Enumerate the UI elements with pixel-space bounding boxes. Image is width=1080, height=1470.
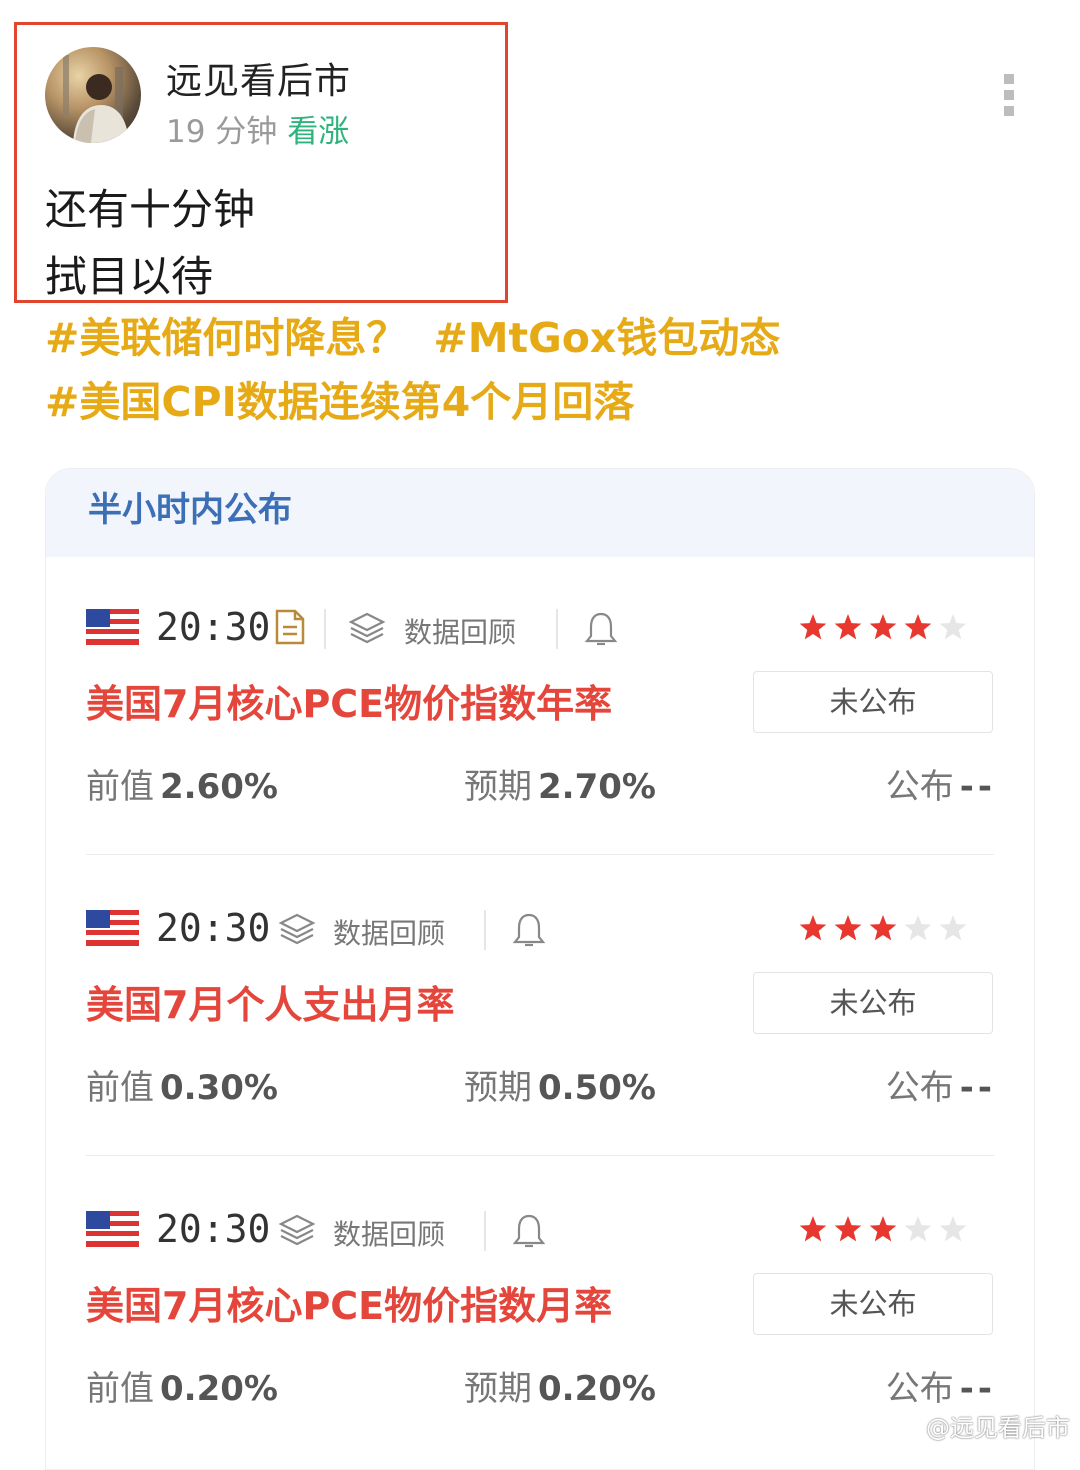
author-name[interactable]: 远见看后市 xyxy=(166,52,351,104)
hashtag-link[interactable]: #美国CPI数据连续第4个月回落 xyxy=(45,378,634,426)
actual-label: 公布 xyxy=(885,767,954,807)
star-filled-icon xyxy=(834,915,862,941)
us-flag-icon xyxy=(86,1211,139,1247)
post-time: 19 分钟 xyxy=(166,114,278,150)
bell-icon[interactable] xyxy=(584,609,618,649)
event-title[interactable]: 美国7月个人支出月率 xyxy=(86,974,454,1029)
separator xyxy=(556,609,558,649)
previous-value: 0.30% xyxy=(160,1068,278,1108)
separator xyxy=(484,1211,486,1251)
event-time: 20:30 xyxy=(156,906,271,950)
star-empty-icon xyxy=(939,1216,967,1242)
layers-icon xyxy=(348,612,386,644)
post-meta: 19 分钟 看涨 xyxy=(166,106,349,151)
layers-icon xyxy=(278,1214,316,1246)
data-review-link[interactable]: 数据回顾 xyxy=(404,611,516,651)
calendar-card: 半小时内公布 20:30 数据回顾 美国7月核心PCE物价指数年率 未公布 前值… xyxy=(45,468,1035,1470)
more-options-icon[interactable] xyxy=(998,74,1020,118)
actual-value: -- xyxy=(959,1369,996,1409)
star-filled-icon xyxy=(904,614,932,640)
avatar[interactable] xyxy=(45,47,141,143)
star-filled-icon xyxy=(799,915,827,941)
importance-stars xyxy=(799,614,967,640)
expected-value: 0.20% xyxy=(538,1369,656,1409)
calendar-event[interactable]: 20:30 数据回顾 美国7月个人支出月率 未公布 前值 0.30% 预期 0.50… xyxy=(86,870,996,1170)
us-flag-icon xyxy=(86,609,139,645)
bell-icon[interactable] xyxy=(512,910,546,950)
post-text-line: 还有十分钟 xyxy=(45,185,256,234)
previous-label: 前值 xyxy=(86,1068,154,1108)
star-filled-icon xyxy=(834,614,862,640)
data-review-link[interactable]: 数据回顾 xyxy=(333,912,445,952)
divider xyxy=(86,1155,994,1156)
post-text-line: 拭目以待 xyxy=(45,252,214,301)
star-filled-icon xyxy=(869,915,897,941)
document-icon[interactable] xyxy=(274,609,306,645)
star-filled-icon xyxy=(869,1216,897,1242)
event-time: 20:30 xyxy=(156,1207,271,1251)
divider xyxy=(86,854,994,855)
actual-value: -- xyxy=(959,767,996,807)
us-flag-icon xyxy=(86,910,139,946)
importance-stars xyxy=(799,915,967,941)
star-filled-icon xyxy=(869,614,897,640)
bell-icon[interactable] xyxy=(512,1211,546,1251)
actual-label: 公布 xyxy=(885,1068,954,1108)
star-filled-icon xyxy=(799,1216,827,1242)
expected-value: 0.50% xyxy=(538,1068,656,1108)
star-filled-icon xyxy=(834,1216,862,1242)
actual-value: -- xyxy=(959,1068,996,1108)
star-empty-icon xyxy=(939,915,967,941)
previous-label: 前值 xyxy=(86,1369,154,1409)
star-empty-icon xyxy=(904,915,932,941)
calendar-event[interactable]: 20:30 数据回顾 美国7月核心PCE物价指数月率 未公布 前值 0.20% 预… xyxy=(86,1171,996,1469)
event-title[interactable]: 美国7月核心PCE物价指数月率 xyxy=(86,1275,612,1330)
previous-value: 0.20% xyxy=(160,1369,278,1409)
watermark: @远见看后市 xyxy=(926,1414,1070,1442)
expected-label: 预期 xyxy=(464,1369,532,1409)
calendar-event[interactable]: 20:30 数据回顾 美国7月核心PCE物价指数年率 未公布 前值 2.60% 预… xyxy=(86,569,996,869)
hashtag-link[interactable]: #美联储何时降息？ xyxy=(45,314,407,362)
expected-value: 2.70% xyxy=(538,767,656,807)
expected-label: 预期 xyxy=(464,767,532,807)
hashtag-link[interactable]: #MtGox钱包动态 xyxy=(433,314,780,362)
event-title[interactable]: 美国7月核心PCE物价指数年率 xyxy=(86,673,612,728)
status-button[interactable]: 未公布 xyxy=(753,671,993,733)
event-time: 20:30 xyxy=(156,605,271,649)
separator xyxy=(484,910,486,950)
hashtags: #美联储何时降息？ #MtGox钱包动态 #美国CPI数据连续第4个月回落 xyxy=(45,306,1045,434)
status-button[interactable]: 未公布 xyxy=(753,972,993,1034)
data-review-link[interactable]: 数据回顾 xyxy=(333,1213,445,1253)
actual-label: 公布 xyxy=(885,1369,954,1409)
star-empty-icon xyxy=(939,614,967,640)
status-button[interactable]: 未公布 xyxy=(753,1273,993,1335)
separator xyxy=(324,609,326,649)
previous-label: 前值 xyxy=(86,767,154,807)
sentiment-tag[interactable]: 看涨 xyxy=(287,114,349,150)
importance-stars xyxy=(799,1216,967,1242)
calendar-header: 半小时内公布 xyxy=(46,469,1034,557)
previous-value: 2.60% xyxy=(160,767,278,807)
star-empty-icon xyxy=(904,1216,932,1242)
post-header: 远见看后市 19 分钟 看涨 还有十分钟 拭目以待 #美联储何时降息？ #MtGox… xyxy=(0,0,1080,440)
star-filled-icon xyxy=(799,614,827,640)
layers-icon xyxy=(278,913,316,945)
expected-label: 预期 xyxy=(464,1068,532,1108)
